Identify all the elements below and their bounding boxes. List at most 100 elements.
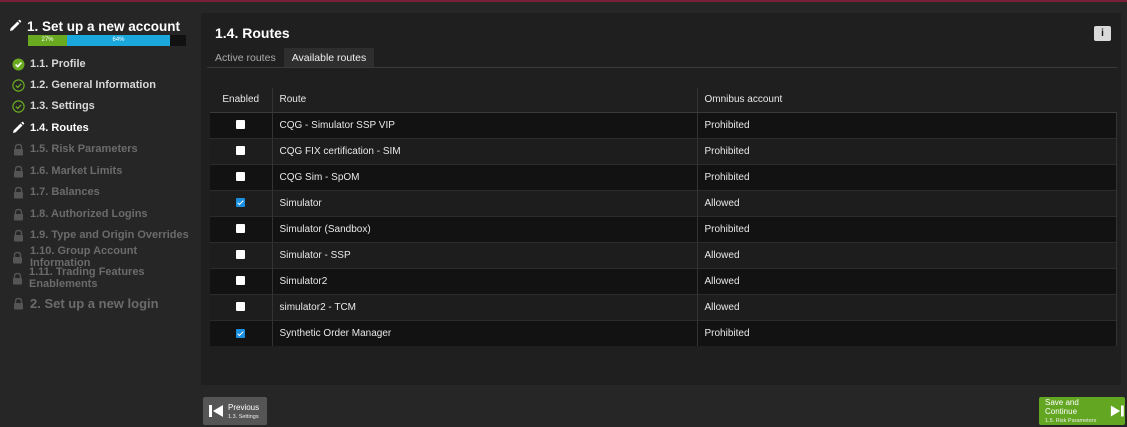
routes-panel: 1.4. Routes i Active routes Available ro… [201,13,1121,385]
skip-back-icon [209,405,223,417]
table-row[interactable]: simulator2 - TCM Allowed [210,293,1117,320]
lock-icon [11,250,25,264]
route-cell: Simulator - SSP [272,241,698,268]
sidebar-item-label: 1.11. Trading Features Enablements [29,266,145,290]
sidebar-item-label: 1.4. Routes [30,122,89,134]
enabled-checkbox[interactable] [236,120,246,130]
table-row[interactable]: CQG Sim - SpOM Prohibited [210,163,1117,190]
save-continue-button[interactable]: Save and Continue 1.5. Risk Parameters [1039,397,1125,425]
route-cell: CQG Sim - SpOM [272,163,698,190]
omnibus-cell: Allowed [697,267,1117,294]
sidebar-item-7[interactable]: 1.7. Balances [11,183,100,201]
omnibus-cell: Allowed [697,241,1117,268]
enabled-checkbox[interactable] [236,276,246,286]
omnibus-cell: Allowed [697,293,1117,320]
column-header-enabled[interactable]: Enabled [210,88,272,113]
routes-table: Enabled Route Omnibus account CQG - Simu… [210,88,1117,346]
omnibus-cell: Prohibited [697,111,1117,138]
progress-complete: 27% [28,35,67,46]
sidebar-item-label: 1.7. Balances [30,186,100,198]
column-header-route[interactable]: Route [271,88,697,113]
route-cell: Simulator2 [272,267,698,294]
sidebar-item-label: 1.5. Risk Parameters [30,143,138,155]
sidebar-item-9[interactable]: 1.9. Type and Origin Overrides [11,226,189,244]
route-cell: simulator2 - TCM [272,293,698,320]
enabled-checkbox[interactable] [236,224,246,234]
enabled-cell [210,241,273,268]
sidebar-item-label: 1.6. Market Limits [30,165,123,177]
route-cell: CQG - Simulator SSP VIP [272,111,698,138]
check-circle-icon [11,57,25,71]
sidebar-item-3[interactable]: 1.3. Settings [11,97,95,115]
route-cell: Synthetic Order Manager [272,319,698,346]
enabled-cell [210,215,273,242]
tab-active-routes[interactable]: Active routes [207,48,284,67]
route-cell: CQG FIX certification - SIM [272,137,698,164]
previous-button[interactable]: Previous 1.3. Settings [203,397,267,425]
tab-available-routes[interactable]: Available routes [283,48,375,67]
lock-icon [11,164,25,178]
table-row[interactable]: Synthetic Order Manager Prohibited [210,319,1117,346]
enabled-cell [210,267,273,294]
sidebar-item-11[interactable]: 1.11. Trading Features Enablements [11,266,200,290]
sidebar-item-12[interactable]: 2. Set up a new login [11,294,159,312]
wizard-sidebar: 1. Set up a new account 27% 64% 1.1. Pro… [0,2,200,427]
table-row[interactable]: Simulator2 Allowed [210,267,1117,294]
sidebar-item-4[interactable]: 1.4. Routes [11,119,89,137]
sidebar-item-8[interactable]: 1.8. Authorized Logins [11,205,148,223]
lock-icon [11,271,24,285]
omnibus-cell: Prohibited [697,137,1117,164]
sidebar-item-1[interactable]: 1.1. Profile [11,55,86,73]
route-cell: Simulator [272,189,698,216]
enabled-checkbox[interactable] [236,328,246,338]
sidebar-item-5[interactable]: 1.5. Risk Parameters [11,140,138,158]
table-row[interactable]: Simulator (Sandbox) Prohibited [210,215,1117,242]
enabled-cell [210,319,273,346]
wizard-step-title: 1. Set up a new account [27,18,181,34]
column-header-omnibus[interactable]: Omnibus account [696,88,1117,113]
sidebar-item-label: 1.9. Type and Origin Overrides [30,229,189,241]
table-row[interactable]: CQG FIX certification - SIM Prohibited [210,137,1117,164]
sidebar-item-label: 1.2. General Information [30,79,156,91]
lock-icon [11,142,25,156]
enabled-cell [210,163,273,190]
table-row[interactable]: Simulator Allowed [210,189,1117,216]
omnibus-cell: Prohibited [697,215,1117,242]
enabled-checkbox[interactable] [236,146,246,156]
info-icon[interactable]: i [1094,26,1111,41]
enabled-checkbox[interactable] [236,302,246,312]
enabled-checkbox[interactable] [236,172,246,182]
enabled-cell [210,111,273,138]
omnibus-cell: Allowed [697,189,1117,216]
pencil-icon [8,19,22,33]
omnibus-cell: Prohibited [697,319,1117,346]
previous-label: Previous [228,402,260,412]
enabled-checkbox[interactable] [236,198,246,208]
sidebar-item-6[interactable]: 1.6. Market Limits [11,162,122,180]
lock-icon [11,296,25,310]
sidebar-item-label: 1.1. Profile [30,58,86,70]
omnibus-cell: Prohibited [697,163,1117,190]
check-circle-outline-icon [11,78,25,92]
enabled-checkbox[interactable] [236,250,246,260]
sidebar-item-label: 2. Set up a new login [30,295,159,311]
save-continue-label: Save and Continue [1045,398,1079,416]
wizard-step-header[interactable]: 1. Set up a new account [8,18,180,34]
route-cell: Simulator (Sandbox) [272,215,698,242]
lock-icon [11,185,25,199]
next-step: 1.5. Risk Parameters [1045,418,1097,424]
table-row[interactable]: CQG - Simulator SSP VIP Prohibited [210,111,1117,138]
lock-icon [11,228,25,242]
tab-bar: Active routes Available routes [207,48,1117,68]
table-row[interactable]: Simulator - SSP Allowed [210,241,1117,268]
enabled-cell [210,137,273,164]
pencil-icon [11,121,25,135]
sidebar-item-10[interactable]: 1.10. Group Account Information [11,245,200,269]
skip-forward-icon [1111,405,1125,417]
lock-icon [11,207,25,221]
sidebar-item-2[interactable]: 1.2. General Information [11,76,156,94]
progress-bar: 27% 64% [28,35,186,46]
sidebar-item-label: 1.3. Settings [30,100,95,112]
progress-current: 64% [67,35,170,46]
page-title: 1.4. Routes [215,25,290,41]
